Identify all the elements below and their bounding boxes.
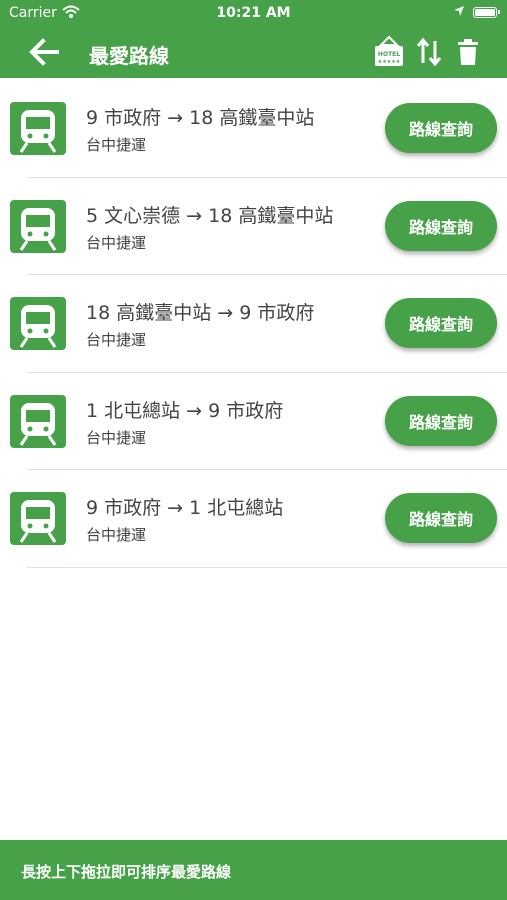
metro-icon [10, 492, 66, 546]
route-subtitle: 台中捷運 [86, 136, 147, 154]
metro-icon [10, 297, 66, 351]
metro-icon [10, 199, 66, 253]
route-title: 9 市政府 → 18 高鐵臺中站 [86, 107, 315, 129]
route-query-button[interactable]: 路線查詢 [385, 395, 497, 446]
metro-icon [10, 102, 66, 155]
route-query-button[interactable]: 路線查詢 [385, 103, 497, 153]
svg-text:★★★★★: ★★★★★ [378, 59, 401, 65]
sort-icon[interactable] [416, 37, 442, 67]
route-row[interactable]: 1 北屯總站 → 9 市政府 台中捷運 路線查詢 [0, 373, 507, 471]
route-title: 18 高鐵臺中站 → 9 市政府 [86, 302, 315, 325]
metro-icon [10, 394, 66, 448]
route-title: 9 市政府 → 1 北屯總站 [86, 497, 284, 520]
route-query-button[interactable]: 路線查詢 [385, 298, 497, 349]
back-arrow-icon[interactable] [27, 37, 59, 67]
route-subtitle: 台中捷運 [86, 331, 147, 350]
route-title: 1 北屯總站 → 9 市政府 [86, 399, 284, 422]
battery-icon [473, 7, 500, 18]
divider [27, 566, 507, 568]
status-bar: Carrier 10:21 AM [0, 0, 507, 27]
route-row[interactable]: 9 市政府 → 18 高鐵臺中站 台中捷運 路線查詢 [0, 80, 507, 178]
bottom-hint-bar: 長按上下拖拉即可排序最愛路線 [0, 840, 507, 900]
trash-icon[interactable] [457, 38, 479, 66]
route-subtitle: 台中捷運 [86, 428, 147, 447]
route-query-button[interactable]: 路線查詢 [385, 493, 497, 544]
route-subtitle: 台中捷運 [86, 526, 147, 545]
svg-text:HOTEL: HOTEL [378, 51, 400, 58]
route-row[interactable]: 9 市政府 → 1 北屯總站 台中捷運 路線查詢 [0, 470, 507, 568]
route-query-button[interactable]: 路線查詢 [385, 200, 497, 251]
route-row[interactable]: 18 高鐵臺中站 → 9 市政府 台中捷運 路線查詢 [0, 275, 507, 373]
route-title: 5 文心崇德 → 18 高鐵臺中站 [86, 204, 334, 227]
route-subtitle: 台中捷運 [86, 233, 147, 252]
page-title: 最愛路線 [89, 44, 169, 68]
nav-bar: 最愛路線 HOTEL ★★★★★ [0, 27, 507, 78]
route-row[interactable]: 5 文心崇德 → 18 高鐵臺中站 台中捷運 路線查詢 [0, 178, 507, 276]
hotel-icon[interactable]: HOTEL ★★★★★ [373, 36, 405, 68]
reorder-hint: 長按上下拖拉即可排序最愛路線 [21, 863, 232, 881]
status-time: 10:21 AM [216, 5, 291, 21]
location-arrow-icon [453, 5, 465, 21]
favorite-routes-list: 9 市政府 → 18 高鐵臺中站 台中捷運 路線查詢 5 文心崇德 → 18 高… [0, 80, 507, 568]
